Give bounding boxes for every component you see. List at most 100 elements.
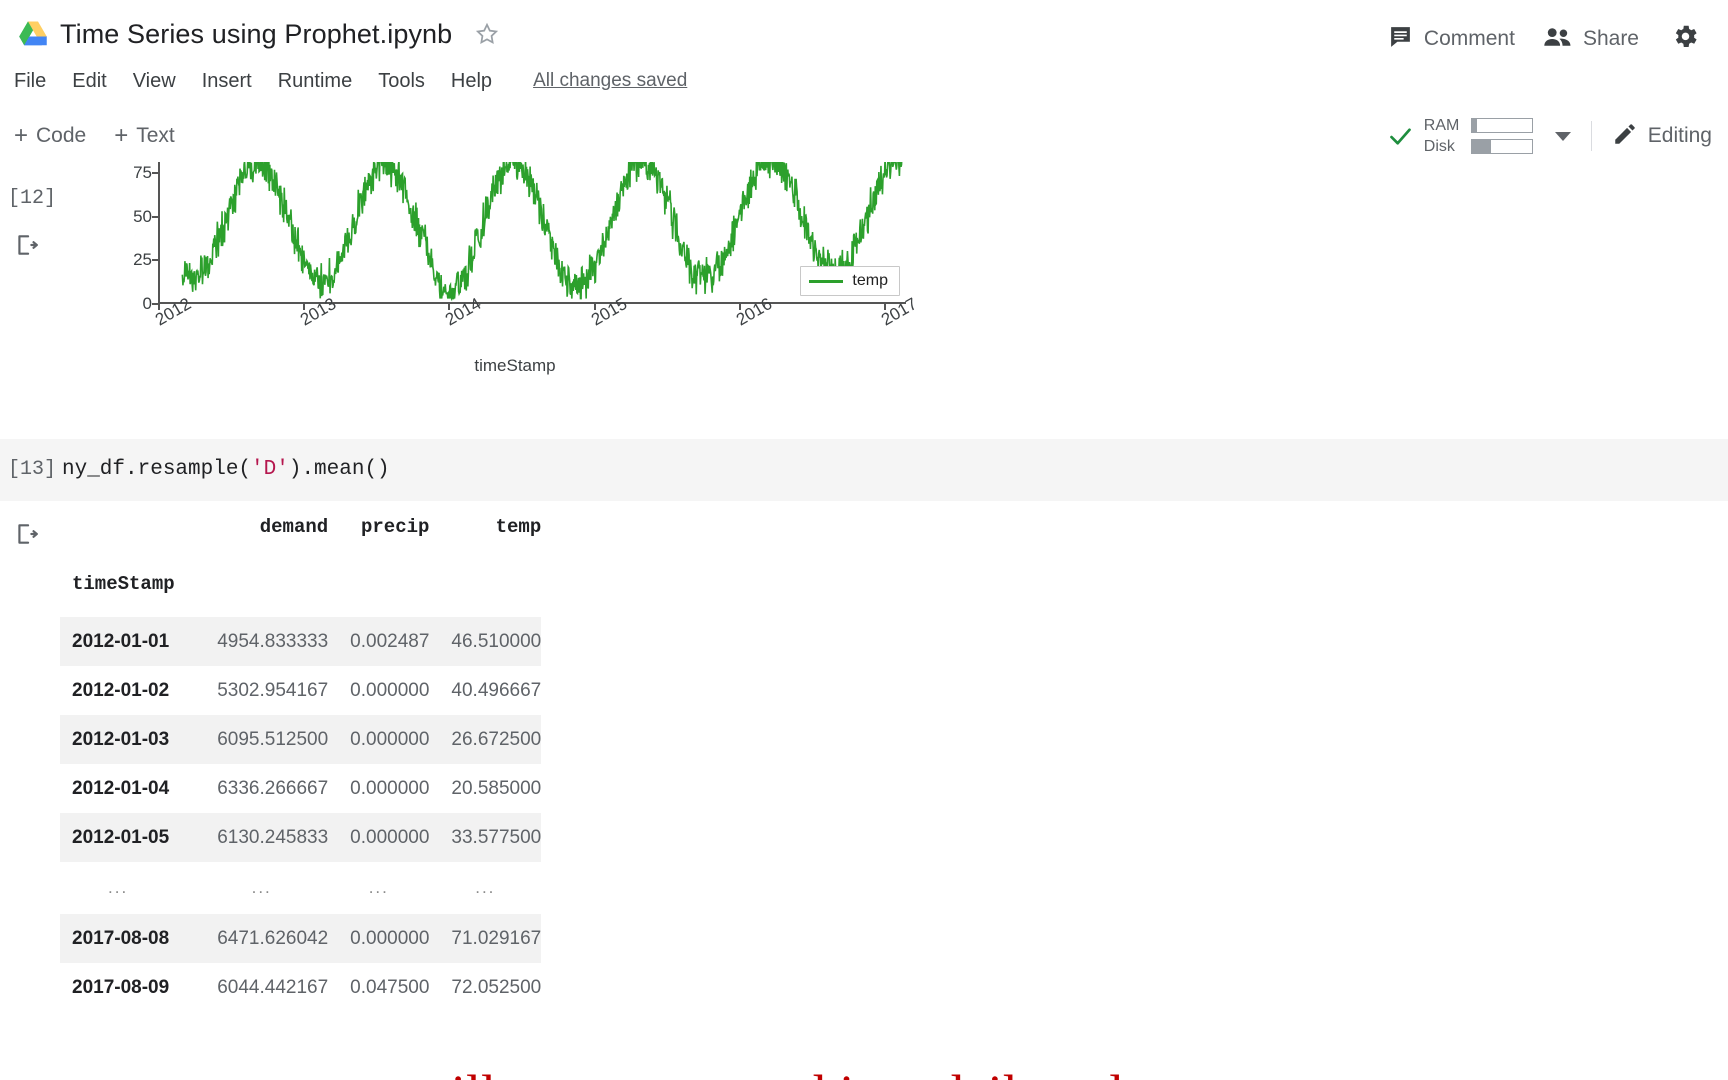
index-name-filler bbox=[328, 561, 429, 617]
dataframe-output: demand precip temp timeStamp 2012-01-01 4… bbox=[60, 501, 542, 1012]
menu-item-view[interactable]: View bbox=[120, 68, 189, 95]
cell-temp: 71.029167 bbox=[429, 914, 542, 963]
index-name-filler bbox=[195, 561, 328, 617]
toolbar-divider bbox=[1590, 121, 1592, 151]
cell-temp: 20.585000 bbox=[451, 777, 542, 799]
menu-item-edit[interactable]: Edit bbox=[59, 68, 119, 95]
plus-icon: + bbox=[14, 122, 29, 149]
ellipsis-cell: ... bbox=[251, 878, 272, 897]
ram-fill bbox=[1471, 119, 1477, 132]
comment-icon bbox=[1388, 24, 1413, 54]
app-header: Time Series using Prophet.ipynb File Edi… bbox=[0, 0, 1728, 110]
row-index-cell: 2012-01-03 bbox=[60, 715, 196, 764]
cell-precip: 0.002487 bbox=[328, 617, 430, 666]
pencil-icon bbox=[1612, 121, 1638, 152]
column-header-precip: precip bbox=[360, 516, 430, 538]
ellipsis-cell: ... bbox=[368, 878, 389, 897]
save-status[interactable]: All changes saved bbox=[533, 70, 687, 92]
add-code-cell-button[interactable]: + Code bbox=[0, 120, 100, 152]
cell-temp: 26.672500 bbox=[429, 715, 542, 764]
cell-demand: 6130.245833 bbox=[195, 813, 329, 862]
menu-item-help[interactable]: Help bbox=[438, 68, 505, 95]
add-code-label: Code bbox=[36, 124, 87, 147]
header-actions: Comment Share bbox=[1374, 18, 1710, 60]
cell-temp: 72.052500 bbox=[451, 976, 542, 998]
menu-item-tools[interactable]: Tools bbox=[365, 68, 438, 95]
cell-precip: 0.000000 bbox=[328, 813, 430, 862]
legend-color-swatch bbox=[809, 279, 844, 283]
cell-precip: 0.000000 bbox=[350, 777, 430, 799]
chart-plot-area: temp bbox=[158, 162, 906, 304]
toolbar-left: + Code + Text bbox=[0, 110, 189, 162]
chart-legend: temp bbox=[800, 266, 900, 296]
cell-temp: 40.496667 bbox=[451, 679, 542, 701]
code-suffix: ).mean() bbox=[288, 458, 390, 481]
cell-13-input[interactable]: [13] ny_df.resample('D').mean() bbox=[0, 439, 1728, 501]
corner-cell bbox=[60, 501, 195, 561]
table-row: 2012-01-02 5302.954167 0.000000 40.496667 bbox=[60, 666, 541, 715]
table-row: 2012-01-01 4954.833333 0.002487 46.510000 bbox=[60, 617, 542, 666]
document-title: Time Series using Prophet.ipynb bbox=[60, 18, 453, 49]
row-index-cell: 2017-08-09 bbox=[72, 976, 170, 998]
cell-demand: 6471.626042 bbox=[195, 914, 329, 963]
ram-label: RAM bbox=[1423, 116, 1460, 134]
disk-fill bbox=[1471, 140, 1491, 153]
cell-demand: 6336.266667 bbox=[217, 777, 329, 799]
star-icon[interactable] bbox=[474, 21, 500, 47]
cell-13-exec-count: [13] bbox=[8, 458, 57, 481]
y-tick-label: 75 bbox=[133, 163, 152, 183]
dataframe-body: 2012-01-01 4954.833333 0.002487 46.510000 20… bbox=[60, 617, 542, 1012]
plus-icon: + bbox=[114, 122, 129, 149]
ellipsis-cell: ... bbox=[475, 878, 496, 897]
share-button[interactable]: Share bbox=[1529, 22, 1653, 57]
output-arrow-icon[interactable] bbox=[14, 521, 40, 552]
y-tick-mark bbox=[152, 259, 158, 262]
temperature-chart: temp 0 25 50 75 2012 2013 2014 2015 2016 2017 ti… bbox=[122, 162, 920, 416]
comment-label: Comment bbox=[1423, 27, 1515, 50]
disk-bar bbox=[1470, 139, 1533, 154]
menu-item-insert[interactable]: Insert bbox=[189, 68, 265, 95]
ellipsis-cell: ... bbox=[108, 878, 129, 897]
notebook-body: [12] temp 0 25 50 75 2012 2013 2014 2015 2016 20… bbox=[0, 162, 1728, 1080]
output-arrow-icon[interactable] bbox=[14, 232, 40, 263]
index-name-row: timeStamp bbox=[60, 561, 541, 617]
share-label: Share bbox=[1582, 27, 1639, 50]
table-header-row: demand precip temp bbox=[60, 501, 542, 561]
cell-demand: 4954.833333 bbox=[195, 617, 329, 666]
cell-demand: 5302.954167 bbox=[217, 679, 329, 701]
cell-13-code[interactable]: ny_df.resample('D').mean() bbox=[62, 458, 390, 481]
ram-meter: RAM bbox=[1424, 116, 1533, 136]
menu-item-file[interactable]: File bbox=[0, 68, 59, 95]
resource-meters[interactable]: RAM Disk bbox=[1424, 116, 1533, 157]
checkmark-icon bbox=[1387, 123, 1414, 150]
editing-label: Editing bbox=[1647, 124, 1712, 147]
disk-label: Disk bbox=[1423, 137, 1455, 155]
cell-12-output: [12] temp 0 25 50 75 2012 2013 2014 2015 2016 20… bbox=[0, 162, 1728, 429]
cell-precip: 0.047500 bbox=[350, 976, 430, 998]
legend-label-temp: temp bbox=[852, 272, 888, 289]
cell-13-output: demand precip temp timeStamp 2012-01-01 4… bbox=[0, 501, 1728, 1080]
settings-button[interactable] bbox=[1661, 18, 1710, 60]
y-tick-mark bbox=[152, 172, 158, 175]
disk-meter: Disk bbox=[1424, 137, 1533, 157]
chevron-down-icon[interactable] bbox=[1554, 131, 1571, 141]
annotation-text: will get aggregated into daily value bbox=[412, 1067, 1175, 1080]
chart-xlabel: timeStamp bbox=[474, 356, 556, 375]
index-name: timeStamp bbox=[72, 573, 175, 595]
y-tick-label: 25 bbox=[133, 250, 152, 270]
menu-item-runtime[interactable]: Runtime bbox=[265, 68, 365, 95]
code-string-literal: 'D' bbox=[251, 458, 289, 481]
add-text-cell-button[interactable]: + Text bbox=[100, 120, 189, 152]
editing-mode-button[interactable]: Editing bbox=[1612, 121, 1712, 152]
add-text-label: Text bbox=[136, 124, 175, 147]
code-prefix: ny_df.resample( bbox=[62, 458, 252, 481]
index-name-filler bbox=[429, 561, 541, 617]
row-index-cell: 2017-08-08 bbox=[60, 914, 196, 963]
notebook-toolbar: + Code + Text RAM Disk Editing bbox=[0, 110, 1728, 163]
menu-bar: File Edit View Insert Runtime Tools Help… bbox=[0, 62, 687, 100]
cell-12-exec-count: [12] bbox=[8, 187, 57, 210]
cell-demand: 6044.442167 bbox=[217, 976, 329, 998]
comment-button[interactable]: Comment bbox=[1374, 20, 1529, 58]
y-tick-label: 50 bbox=[133, 206, 152, 226]
cell-demand: 6095.512500 bbox=[195, 715, 329, 764]
